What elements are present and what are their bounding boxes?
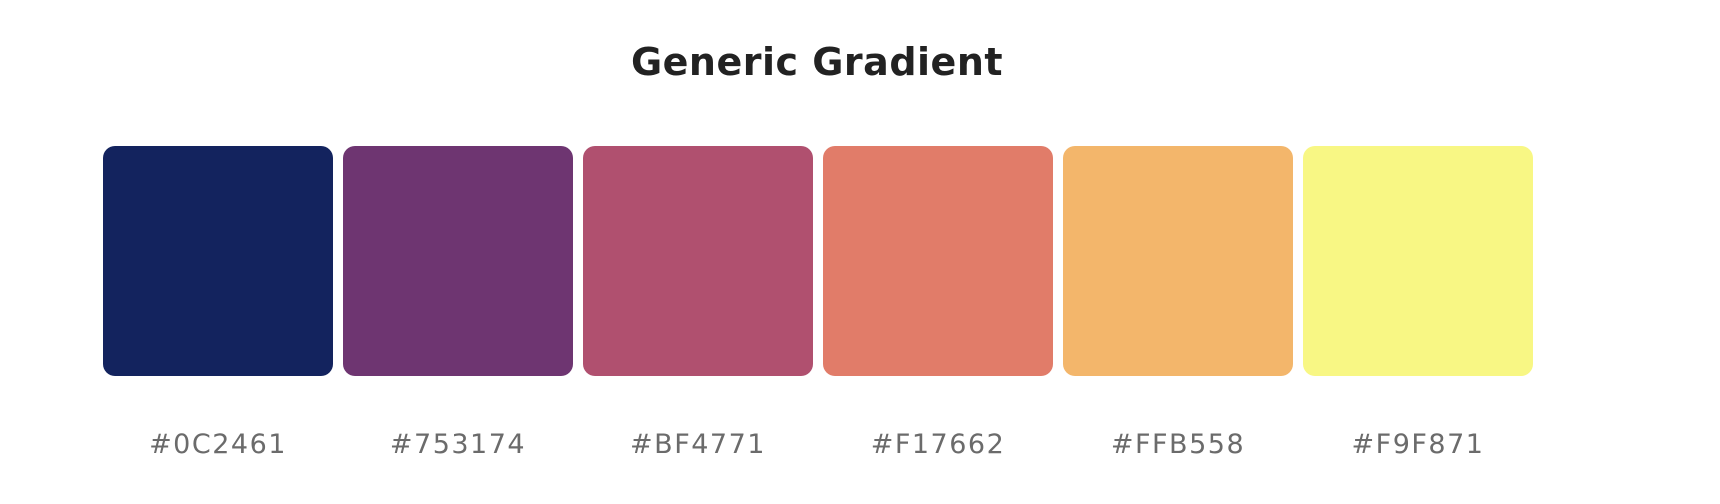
swatch-column: #FFB558 — [1063, 146, 1293, 460]
swatch-column: #F17662 — [823, 146, 1053, 460]
hex-code-label: #753174 — [389, 429, 527, 460]
color-swatch[interactable] — [1063, 146, 1293, 376]
color-swatch[interactable] — [583, 146, 813, 376]
palette-title: Generic Gradient — [630, 40, 1004, 84]
hex-code-label: #F9F871 — [1351, 429, 1485, 460]
hex-code-label: #0C2461 — [149, 429, 287, 460]
color-swatch[interactable] — [103, 146, 333, 376]
swatch-column: #F9F871 — [1303, 146, 1533, 460]
color-swatch[interactable] — [343, 146, 573, 376]
hex-code-label: #FFB558 — [1110, 429, 1246, 460]
color-palette: #0C2461 #753174 #BF4771 #F17662 #FFB558 … — [103, 146, 1533, 460]
hex-code-label: #F17662 — [870, 429, 1006, 460]
color-swatch[interactable] — [823, 146, 1053, 376]
hex-code-label: #BF4771 — [630, 429, 766, 460]
color-swatch[interactable] — [1303, 146, 1533, 376]
swatch-column: #753174 — [343, 146, 573, 460]
swatch-column: #BF4771 — [583, 146, 813, 460]
swatch-column: #0C2461 — [103, 146, 333, 460]
